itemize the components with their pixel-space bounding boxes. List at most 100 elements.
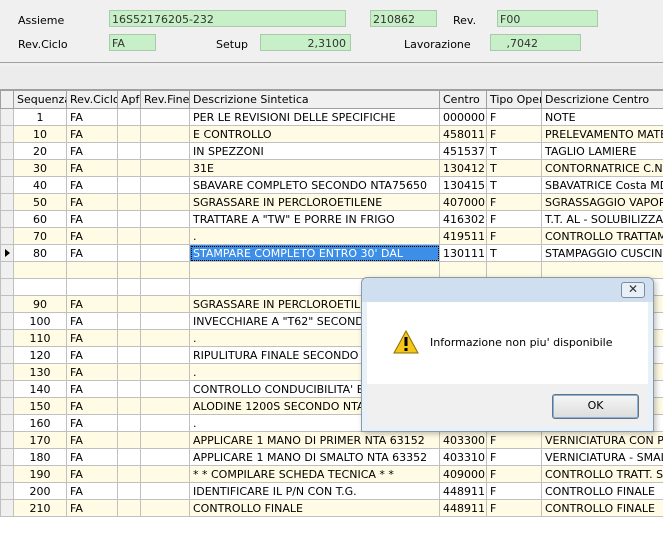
cell-apf[interactable]	[117, 363, 141, 381]
row-indicator[interactable]	[0, 397, 14, 415]
table-row[interactable]: 10 FA E CONTROLLO 458011 F PRELEVAMENTO MATE	[0, 125, 663, 143]
cell-revciclo[interactable]: FA	[66, 431, 118, 449]
cell-centro[interactable]: 403300	[439, 431, 487, 449]
cell-descrizione[interactable]: APPLICARE 1 MANO DI PRIMER NTA 63152	[189, 431, 440, 449]
row-indicator[interactable]	[0, 142, 14, 160]
table-row[interactable]: 20 FA IN SPEZZONI 451537 T TAGLIO LAMIERE	[0, 142, 663, 160]
table-row[interactable]: 80 FA STAMPARE COMPLETO ENTRO 30' DAL 13011…	[0, 244, 663, 262]
cell-descrizione-centro[interactable]: NOTE	[541, 108, 663, 126]
cell-descrizione-centro[interactable]: CONTROLLO FINALE	[541, 499, 663, 517]
cell-centro[interactable]: 451537	[439, 142, 487, 160]
cell-descrizione-centro[interactable]: VERNICIATURA - SMAL	[541, 448, 663, 466]
cell-revciclo[interactable]: FA	[66, 346, 118, 364]
cell-tipo-oper[interactable]: T	[486, 142, 542, 160]
cell-revfine[interactable]	[140, 142, 190, 160]
setup-field[interactable]: 2,3100	[260, 34, 351, 51]
cell-apf[interactable]	[117, 448, 141, 466]
cell-tipo-oper[interactable]: F	[486, 482, 542, 500]
cell-apf[interactable]	[117, 329, 141, 347]
row-indicator[interactable]	[0, 193, 14, 211]
table-row[interactable]: 190 FA * * COMPILARE SCHEDA TECNICA * * 409…	[0, 465, 663, 483]
cell-centro[interactable]: 448911	[439, 482, 487, 500]
cell-descrizione-centro[interactable]: PRELEVAMENTO MATE	[541, 125, 663, 143]
cell-revfine[interactable]	[140, 227, 190, 245]
cell-tipo-oper[interactable]: F	[486, 227, 542, 245]
cell-apf[interactable]	[117, 210, 141, 228]
cell-apf[interactable]	[117, 465, 141, 483]
cell-revfine[interactable]	[140, 278, 190, 296]
cell-centro[interactable]: 403310	[439, 448, 487, 466]
cell-apf[interactable]	[117, 193, 141, 211]
cell-revciclo[interactable]: FA	[66, 227, 118, 245]
cell-sequenza[interactable]: 110	[13, 329, 67, 347]
cell-revciclo[interactable]: FA	[66, 380, 118, 398]
cell-revfine[interactable]	[140, 295, 190, 313]
cell-revciclo[interactable]: FA	[66, 312, 118, 330]
revciclo-field[interactable]: FA	[109, 34, 156, 51]
cell-sequenza[interactable]: 1	[13, 108, 67, 126]
column-header-revciclo[interactable]: Rev.Ciclo	[66, 90, 118, 109]
row-indicator[interactable]	[0, 346, 14, 364]
cell-descrizione[interactable]: PER LE REVISIONI DELLE SPECIFICHE	[189, 108, 440, 126]
cell-descrizione[interactable]: SGRASSARE IN PERCLOROETILENE	[189, 193, 440, 211]
cell-descrizione[interactable]: IN SPEZZONI	[189, 142, 440, 160]
cell-centro[interactable]: 458011	[439, 125, 487, 143]
row-indicator[interactable]	[0, 278, 14, 296]
cell-descrizione[interactable]: * * COMPILARE SCHEDA TECNICA * *	[189, 465, 440, 483]
cell-apf[interactable]	[117, 261, 141, 279]
cell-apf[interactable]	[117, 499, 141, 517]
cell-descrizione[interactable]: 31E	[189, 159, 440, 177]
row-indicator[interactable]	[0, 329, 14, 347]
cell-apf[interactable]	[117, 414, 141, 432]
cell-tipo-oper[interactable]: T	[486, 176, 542, 194]
cell-descrizione[interactable]: TRATTARE A "TW" E PORRE IN FRIGO	[189, 210, 440, 228]
cell-tipo-oper[interactable]: F	[486, 125, 542, 143]
cell-sequenza[interactable]: 70	[13, 227, 67, 245]
cell-tipo-oper[interactable]: T	[486, 159, 542, 177]
cell-centro[interactable]: 409000	[439, 465, 487, 483]
cell-sequenza[interactable]: 20	[13, 142, 67, 160]
cell-descrizione-centro[interactable]: STAMPAGGIO CUSCINO	[541, 244, 663, 262]
table-row[interactable]: 1 FA PER LE REVISIONI DELLE SPECIFICHE 0000…	[0, 108, 663, 126]
column-header-descrizione[interactable]: Descrizione Sintetica	[189, 90, 440, 109]
cell-apf[interactable]	[117, 295, 141, 313]
column-header-descrizione-centro[interactable]: Descrizione Centro	[541, 90, 663, 109]
cell-sequenza[interactable]: 50	[13, 193, 67, 211]
cell-descrizione[interactable]: STAMPARE COMPLETO ENTRO 30' DAL	[189, 244, 440, 262]
cell-sequenza[interactable]: 40	[13, 176, 67, 194]
cell-descrizione-centro[interactable]: VERNICIATURA CON PI	[541, 431, 663, 449]
cell-tipo-oper[interactable]: F	[486, 431, 542, 449]
cell-descrizione[interactable]: E CONTROLLO	[189, 125, 440, 143]
cell-tipo-oper[interactable]: F	[486, 448, 542, 466]
cell-apf[interactable]	[117, 397, 141, 415]
cell-centro[interactable]: 130111	[439, 244, 487, 262]
cell-revfine[interactable]	[140, 380, 190, 398]
cell-descrizione-centro[interactable]: TAGLIO LAMIERE	[541, 142, 663, 160]
cell-sequenza[interactable]: 170	[13, 431, 67, 449]
cell-apf[interactable]	[117, 125, 141, 143]
cell-tipo-oper[interactable]: F	[486, 193, 542, 211]
cell-revciclo[interactable]	[66, 261, 118, 279]
cell-sequenza[interactable]: 180	[13, 448, 67, 466]
cell-revciclo[interactable]: FA	[66, 465, 118, 483]
row-indicator[interactable]	[0, 465, 14, 483]
table-row[interactable]: 210 FA CONTROLLO FINALE 448911 F CONTROLLO FI…	[0, 499, 663, 517]
cell-tipo-oper[interactable]: F	[486, 465, 542, 483]
row-indicator[interactable]	[0, 482, 14, 500]
cell-revfine[interactable]	[140, 193, 190, 211]
cell-sequenza[interactable]: 130	[13, 363, 67, 381]
cell-tipo-oper[interactable]: T	[486, 244, 542, 262]
row-indicator[interactable]	[0, 312, 14, 330]
cell-revfine[interactable]	[140, 431, 190, 449]
cell-centro[interactable]: 419511	[439, 227, 487, 245]
cell-revfine[interactable]	[140, 210, 190, 228]
cell-descrizione[interactable]: IDENTIFICARE IL P/N CON T.G.	[189, 482, 440, 500]
cell-centro[interactable]: 416302	[439, 210, 487, 228]
rev-field[interactable]: F00	[497, 10, 598, 27]
cell-centro[interactable]: 000000	[439, 108, 487, 126]
cell-revfine[interactable]	[140, 176, 190, 194]
cell-descrizione-centro[interactable]: SBAVATRICE Costa MDU	[541, 176, 663, 194]
cell-descrizione-centro[interactable]: SGRASSAGGIO VAPOR	[541, 193, 663, 211]
cell-descrizione-centro[interactable]: CONTROLLO TRATT. S	[541, 465, 663, 483]
row-indicator[interactable]	[0, 363, 14, 381]
